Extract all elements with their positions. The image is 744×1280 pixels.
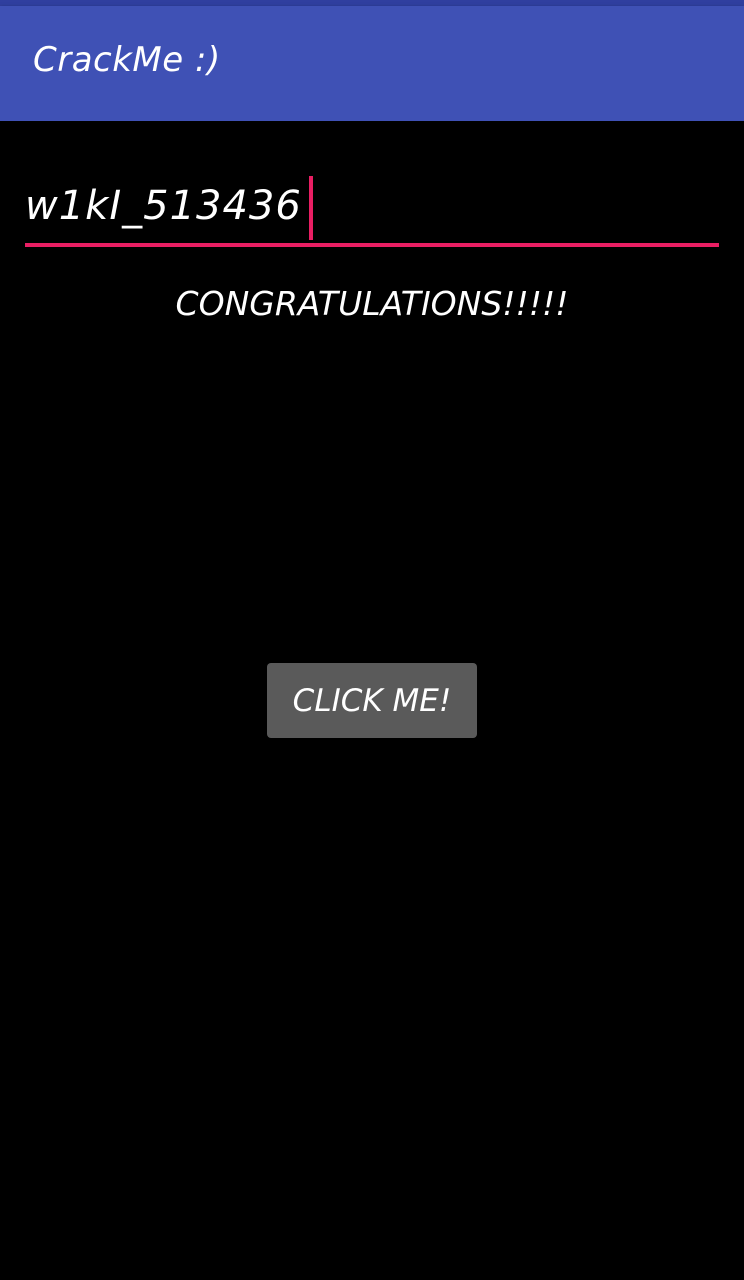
app-title: CrackMe :) bbox=[33, 40, 221, 80]
input-underline bbox=[25, 243, 719, 247]
app-bar: CrackMe :) bbox=[0, 6, 744, 121]
click-me-button[interactable]: CLICK ME! bbox=[267, 663, 477, 738]
text-cursor bbox=[309, 176, 313, 240]
serial-input-container[interactable] bbox=[25, 170, 719, 248]
result-message: CONGRATULATIONS!!!!! bbox=[175, 284, 569, 323]
serial-input[interactable] bbox=[25, 170, 719, 242]
